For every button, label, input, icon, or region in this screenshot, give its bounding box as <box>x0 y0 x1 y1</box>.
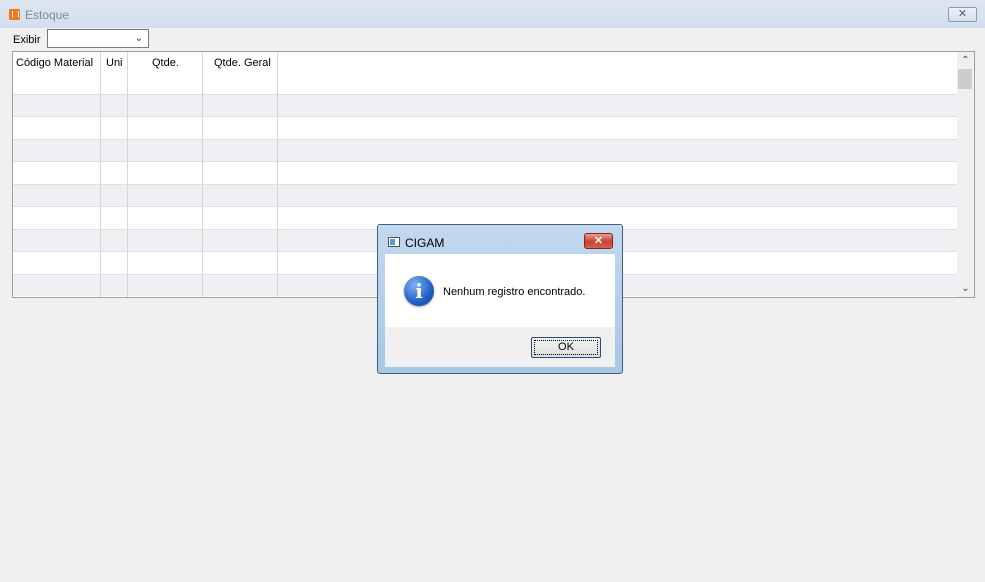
exibir-select[interactable]: ⌄ <box>47 29 149 48</box>
column-codigo-material: Código Material <box>13 52 101 297</box>
dialog-app-icon <box>388 237 400 247</box>
dialog-footer: OK <box>385 327 615 367</box>
dialog-title: CIGAM <box>405 236 445 250</box>
column-uni: Uni <box>101 52 128 297</box>
vertical-scrollbar[interactable]: ⌃ ⌄ <box>957 52 974 297</box>
chevron-down-icon: ⌄ <box>134 33 143 44</box>
column-qtde-geral: Qtde. Geral <box>203 52 278 297</box>
dialog-message: Nenhum registro encontrado. <box>443 286 586 298</box>
message-dialog: CIGAM ✕ i Nenhum registro encontrado. OK <box>377 224 623 374</box>
column-header-qtde-geral[interactable]: Qtde. Geral <box>214 57 271 69</box>
scroll-up-icon[interactable]: ⌃ <box>957 52 974 69</box>
window-titlebar: Estoque ✕ <box>0 0 985 28</box>
dialog-close-button[interactable]: ✕ <box>584 233 613 249</box>
scroll-thumb[interactable] <box>958 69 972 89</box>
exibir-label: Exibir <box>13 34 41 46</box>
column-header-qtde[interactable]: Qtde. <box>152 57 179 69</box>
column-qtde: Qtde. <box>128 52 203 297</box>
column-header-uni[interactable]: Uni <box>106 57 123 69</box>
ok-button[interactable]: OK <box>531 337 601 358</box>
app-icon <box>9 9 20 20</box>
column-header-codigo-material[interactable]: Código Material <box>16 57 93 69</box>
window-title: Estoque <box>25 8 70 22</box>
info-icon: i <box>404 276 434 306</box>
scroll-down-icon[interactable]: ⌄ <box>957 280 974 297</box>
dialog-body: i Nenhum registro encontrado. <box>385 254 615 327</box>
window-close-button[interactable]: ✕ <box>948 7 977 22</box>
